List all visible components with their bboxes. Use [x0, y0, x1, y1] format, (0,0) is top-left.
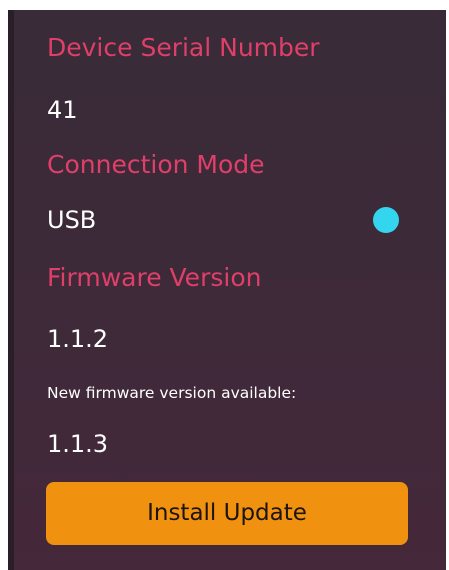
device-info-panel: Device Serial Number 41 Connection Mode …: [8, 10, 446, 570]
firmware-version-value: 1.1.2: [47, 325, 109, 353]
update-version-value: 1.1.3: [47, 430, 109, 458]
update-available-note: New firmware version available:: [47, 384, 297, 402]
serial-number-label: Device Serial Number: [47, 33, 320, 62]
serial-number-value: 41: [47, 96, 78, 124]
install-update-button[interactable]: Install Update: [46, 482, 408, 545]
connection-mode-label: Connection Mode: [47, 150, 265, 179]
connection-mode-value: USB: [47, 206, 97, 234]
firmware-version-label: Firmware Version: [47, 263, 262, 292]
connection-status-icon: [373, 207, 399, 233]
